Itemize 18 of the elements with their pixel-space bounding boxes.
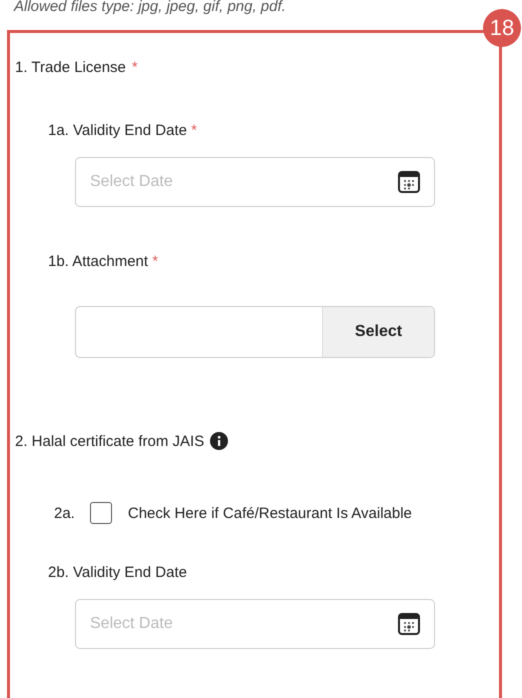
info-icon[interactable] [210,432,228,450]
required-mark: * [152,253,158,270]
file-field[interactable]: Select [75,306,435,358]
section-title: 2. Halal certificate from JAIS [15,432,204,450]
step-number: 18 [483,9,521,47]
required-mark: * [132,59,138,76]
section-title: 1. Trade License [15,59,126,76]
checkbox-label: Check Here if Café/Restaurant Is Available [128,504,412,522]
field-label: 1b. Attachment [48,253,148,270]
field-label: 2b. Validity End Date [48,564,187,581]
select-button[interactable]: Select [322,307,434,357]
calendar-icon [398,613,420,635]
required-mark: * [191,122,197,139]
allowed-types-note: Allowed files type: jpg, jpeg, gif, png, pdf. [14,0,287,14]
field-label: 1a. Validity End Date [48,122,187,139]
item-number: 2a. [54,504,75,522]
checkbox[interactable] [90,502,112,524]
calendar-icon [398,171,420,193]
